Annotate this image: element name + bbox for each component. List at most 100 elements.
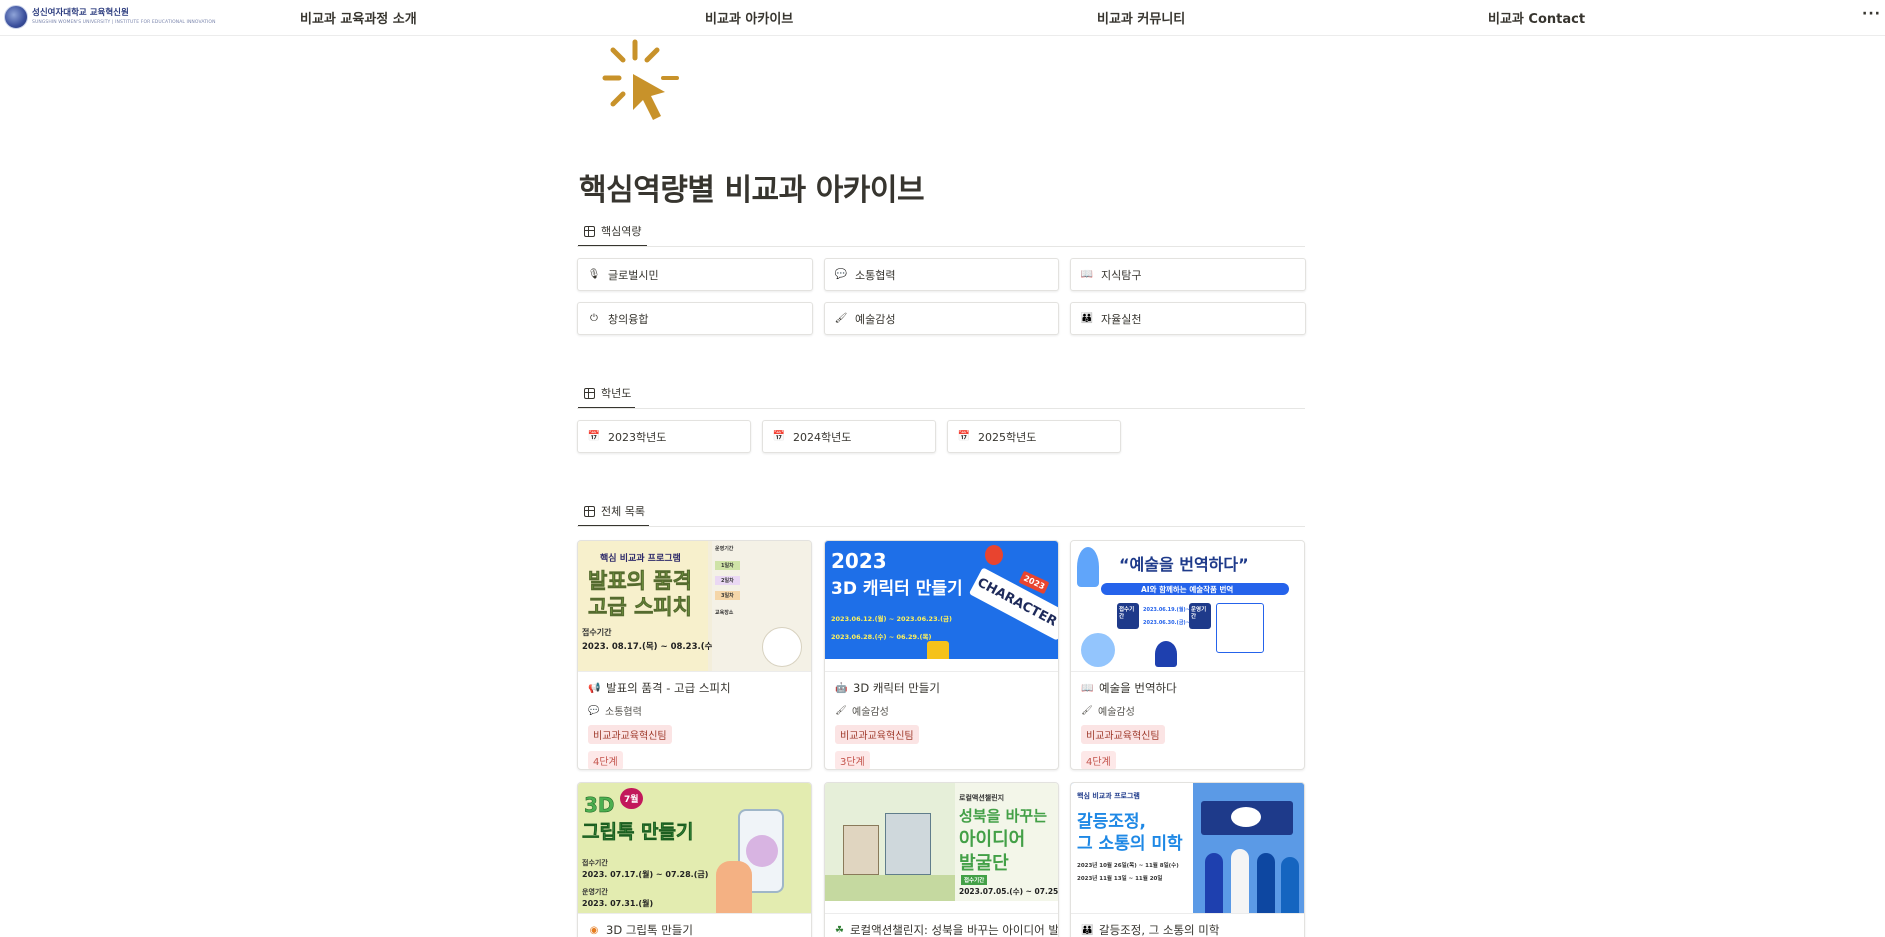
more-menu-icon[interactable]: ··· (1862, 6, 1881, 22)
card-level: 3단계 (835, 751, 870, 769)
power-icon: ⏻ (590, 313, 598, 324)
thumb-text: 2023.06.30.(금)~ (1143, 620, 1190, 626)
thumb-text: 접수기간 (582, 628, 612, 637)
people-icon: 👪 (1080, 313, 1094, 324)
card-title[interactable]: 📢 발표의 품격 - 고급 스피치 (578, 672, 811, 696)
page-title: 핵심역량별 비교과 아카이브 (579, 173, 925, 208)
card-category-text: 예술감성 (1098, 707, 1135, 718)
thumb-text: 운영기간 (715, 546, 734, 552)
chip-label: 자율실천 (1101, 312, 1142, 326)
card-title[interactable]: 👪 갈등조정, 그 소통의 미학 (1071, 914, 1304, 937)
thumb-text: 2일차 (715, 576, 740, 585)
thumb-text: 핵심 비교과 프로그램 (600, 554, 681, 564)
card-thumbnail: 3D 7월 그립톡 만들기 접수기간 2023. 07.17.(월) ~ 07.… (578, 783, 811, 914)
university-emblem-icon (4, 5, 28, 29)
chip-label: 소통협력 (855, 268, 896, 282)
thumb-text: 교육장소 (715, 610, 734, 616)
thumb-text: 3D (584, 793, 615, 818)
thumb-text: 발굴단 (959, 853, 1009, 874)
globe-icon: 🎙 (587, 269, 601, 280)
card-title-text: 3D 그립톡 만들기 (606, 923, 693, 937)
section-divider (577, 526, 1305, 527)
chip-knowledge[interactable]: 📖 지식탐구 (1070, 258, 1306, 291)
tab-year[interactable]: 학년도 (578, 380, 637, 406)
thumb-text: 2023. 07.31.(월) (582, 899, 654, 908)
thumb-text: 접수기간 (961, 875, 988, 885)
thumb-text: AI와 함께하는 예술작품 번역 (1141, 585, 1234, 594)
tab-competency-label: 핵심역량 (601, 225, 642, 238)
chip-year-2023[interactable]: 📅 2023학년도 (577, 420, 751, 453)
thumb-text: 아이디어 (959, 829, 1026, 850)
megaphone-icon: 📢 (588, 682, 601, 694)
chip-global-citizen[interactable]: 🎙 글로벌시민 (577, 258, 813, 291)
brush-icon: 🖌 (835, 705, 847, 716)
card-thumbnail: 핵심 비교과 프로그램 갈등조정, 그 소통의 미학 2023년 10월 26일… (1071, 783, 1304, 914)
chip-label: 글로벌시민 (608, 268, 659, 282)
book-icon: 📖 (1081, 682, 1094, 694)
card-category: 💬 소통협력 (578, 696, 811, 719)
thumb-text: 성북을 바꾸는 (959, 807, 1048, 825)
card-thumbnail: 로컬액션챌린지 성북을 바꾸는 아이디어 발굴단 접수기간 2023.07.05… (825, 783, 1058, 914)
tab-competency[interactable]: 핵심역량 (578, 218, 647, 244)
chip-art[interactable]: 🖌 예술감성 (824, 302, 1059, 335)
card-title[interactable]: ☘ 로컬액션챌린지: 성북을 바꾸는 아이디어 발굴단 (825, 914, 1058, 937)
card-level: 4단계 (1081, 751, 1116, 769)
chip-communication[interactable]: 💬 소통협력 (824, 258, 1059, 291)
gallery-card[interactable]: “예술을 번역하다” AI와 함께하는 예술작품 번역 접수기간 운영기간 20… (1070, 540, 1305, 770)
section-divider (577, 246, 1305, 247)
gallery-card[interactable]: 3D 7월 그립톡 만들기 접수기간 2023. 07.17.(월) ~ 07.… (577, 782, 812, 937)
thumb-text: 3일차 (715, 591, 740, 600)
chat-icon: 💬 (834, 269, 848, 280)
card-title-text: 갈등조정, 그 소통의 미학 (1099, 923, 1220, 937)
gallery-card[interactable]: 핵심 비교과 프로그램 갈등조정, 그 소통의 미학 2023년 10월 26일… (1070, 782, 1305, 937)
tab-year-label: 학년도 (601, 387, 632, 400)
logo-text: 성신여자대학교 교육혁신원 SUNGSHIN WOMEN'S UNIVERSIT… (32, 9, 216, 25)
card-thumbnail: 핵심 비교과 프로그램 발표의 품격 고급 스피치 접수기간 2023. 08.… (578, 541, 811, 672)
card-title[interactable]: ◉ 3D 그립톡 만들기 (578, 914, 811, 937)
nav-link-contact[interactable]: 비교과 Contact (1488, 8, 1585, 27)
nav-link-program-intro[interactable]: 비교과 교육과정 소개 (300, 8, 417, 27)
card-title-text: 예술을 번역하다 (1099, 681, 1177, 695)
tab-all-list[interactable]: 전체 목록 (578, 498, 651, 524)
card-level: 4단계 (588, 751, 623, 769)
thumb-text: 1일차 (715, 561, 740, 570)
card-category-text: 예술감성 (852, 707, 889, 718)
gallery-card[interactable]: 2023 3D 캐릭터 만들기 2023.06.12.(월) ~ 2023.06… (824, 540, 1059, 770)
logo-line-2: SUNGSHIN WOMEN'S UNIVERSITY | INSTITUTE … (32, 19, 216, 25)
card-tag: 비교과교육혁신팀 (1081, 725, 1165, 744)
nav-link-community[interactable]: 비교과 커뮤니티 (1097, 8, 1185, 27)
gallery-card[interactable]: 핵심 비교과 프로그램 발표의 품격 고급 스피치 접수기간 2023. 08.… (577, 540, 812, 770)
card-title-text: 3D 캐릭터 만들기 (853, 681, 940, 695)
cursor-click-icon (602, 39, 679, 120)
chip-year-2024[interactable]: 📅 2024학년도 (762, 420, 936, 453)
chip-creativity[interactable]: ⏻ 창의융합 (577, 302, 813, 335)
card-title[interactable]: 🤖 3D 캐릭터 만들기 (825, 672, 1058, 696)
tab-all-label: 전체 목록 (601, 505, 645, 518)
gallery-card[interactable]: 로컬액션챌린지 성북을 바꾸는 아이디어 발굴단 접수기간 2023.07.05… (824, 782, 1059, 937)
thumb-text: 고급 스피치 (588, 595, 693, 620)
card-category: 🖌 예술감성 (1071, 696, 1304, 719)
chip-autonomy[interactable]: 👪 자율실천 (1070, 302, 1306, 335)
calendar-icon: 📅 (772, 431, 786, 442)
chip-year-2025[interactable]: 📅 2025학년도 (947, 420, 1121, 453)
thumb-text: 운영기간 (1191, 607, 1207, 620)
thumb-text: 2023년 11월 13일 ~ 11월 20일 (1077, 876, 1163, 882)
calendar-icon: 📅 (587, 431, 601, 442)
chip-label: 2024학년도 (793, 430, 852, 444)
calendar-icon: 📅 (957, 431, 971, 442)
card-title-text: 로컬액션챌린지: 성북을 바꾸는 아이디어 발굴단 (849, 923, 1058, 937)
card-tag: 비교과교육혁신팀 (835, 725, 919, 744)
brush-icon: 🖌 (834, 313, 848, 324)
thumb-text: 2023.07.05.(수) ~ 07.25.(화) (959, 887, 1058, 896)
card-title[interactable]: 📖 예술을 번역하다 (1071, 672, 1304, 696)
section-divider (577, 408, 1305, 409)
nav-link-archive[interactable]: 비교과 아카이브 (705, 8, 793, 27)
chip-label: 2025학년도 (978, 430, 1037, 444)
robot-icon: 🤖 (835, 682, 848, 694)
thumb-text: 그 소통의 미학 (1077, 834, 1183, 854)
university-logo[interactable]: 성신여자대학교 교육혁신원 SUNGSHIN WOMEN'S UNIVERSIT… (4, 3, 216, 31)
card-title-text: 발표의 품격 - 고급 스피치 (606, 681, 731, 695)
chat-icon: 💬 (588, 705, 600, 716)
chip-label: 창의융합 (608, 312, 649, 326)
brush-icon: 🖌 (1081, 705, 1093, 716)
